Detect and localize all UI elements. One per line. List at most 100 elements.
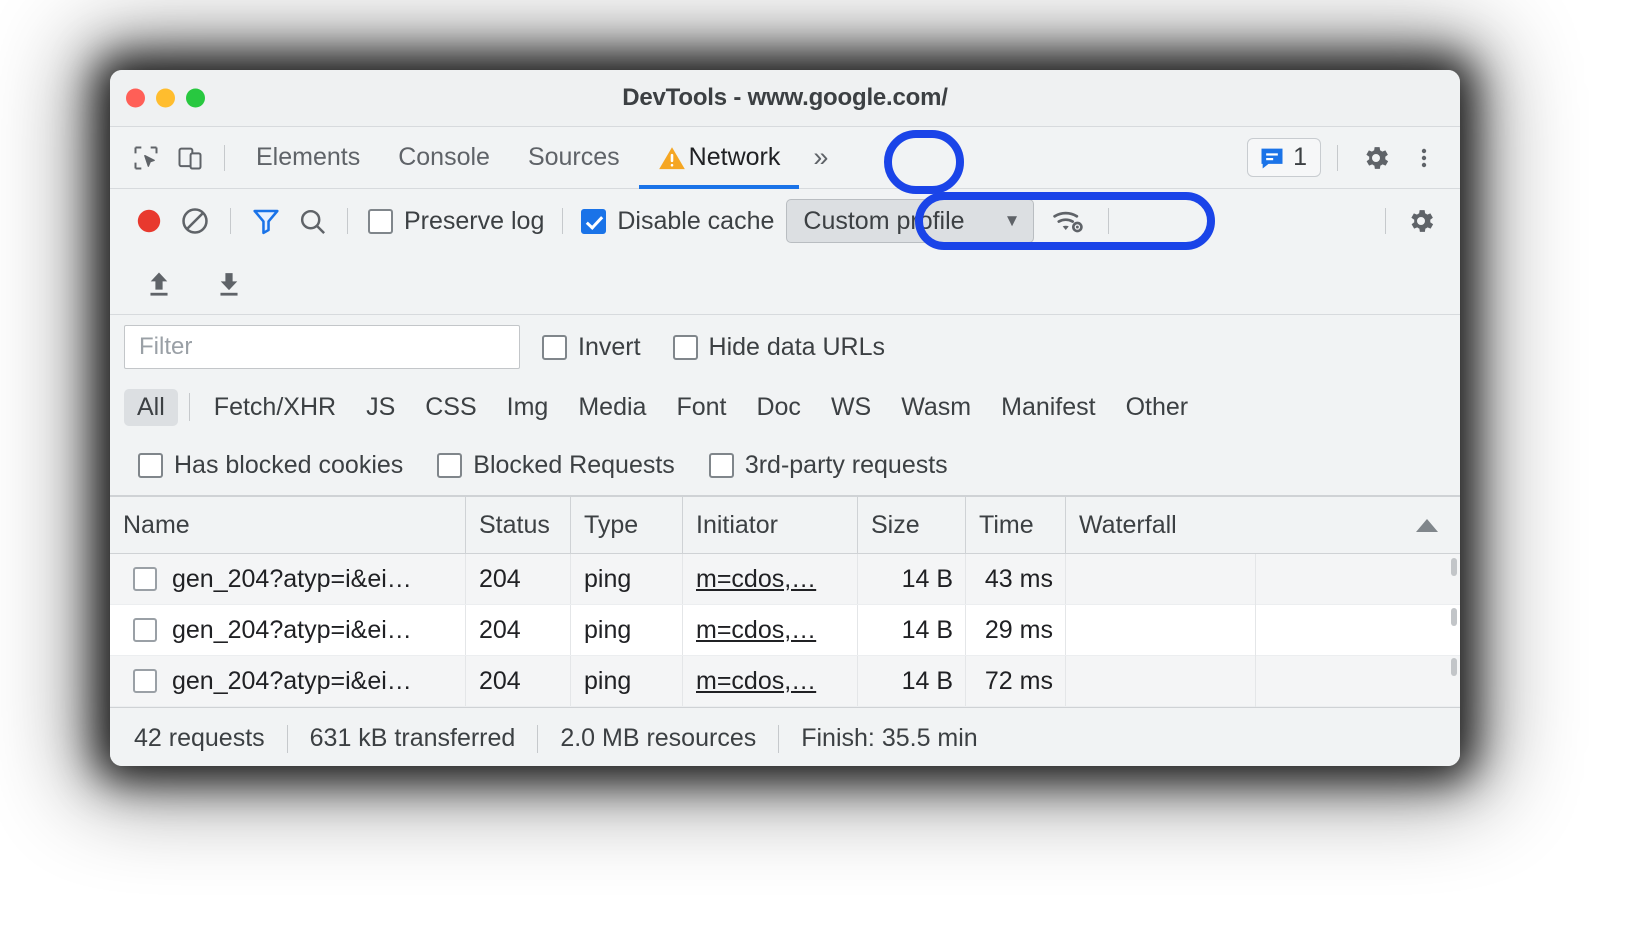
column-header-waterfall-label: Waterfall [1079, 511, 1177, 540]
network-settings-gear-icon[interactable] [1398, 198, 1444, 244]
type-chip-js[interactable]: JS [353, 389, 408, 426]
kebab-dots-glyph [1412, 144, 1436, 172]
table-row[interactable]: gen_204?atyp=i&ei… 204 ping m=cdos,… 14 … [110, 605, 1460, 656]
throttling-select[interactable]: Custom profile ▼ [786, 199, 1034, 243]
invert-checkbox[interactable]: Invert [542, 333, 641, 362]
network-toolbar-right [1373, 198, 1444, 244]
column-header-time[interactable]: Time [965, 497, 1065, 553]
type-chip-media[interactable]: Media [565, 389, 659, 426]
devtools-tab-bar: Elements Console Sources Network » [110, 127, 1460, 189]
row-select-checkbox[interactable] [133, 618, 157, 642]
network-conditions-icon[interactable] [1046, 198, 1092, 244]
tab-console-label: Console [398, 143, 490, 172]
column-header-status[interactable]: Status [465, 497, 570, 553]
table-scrollbar-thumb[interactable] [1451, 658, 1457, 676]
initiator-link[interactable]: m=cdos,… [696, 616, 816, 645]
gear-icon[interactable] [1354, 136, 1398, 180]
funnel-glyph [250, 205, 282, 237]
invert-checkbox-box [542, 335, 567, 360]
cell-name-label: gen_204?atyp=i&ei… [172, 565, 412, 594]
cell-size: 14 B [857, 554, 965, 604]
type-chip-other[interactable]: Other [1113, 389, 1202, 426]
has-blocked-cookies-label: Has blocked cookies [174, 451, 403, 480]
maximize-window-button[interactable] [186, 89, 205, 108]
row-select-checkbox[interactable] [133, 669, 157, 693]
warning-triangle-icon [658, 145, 686, 171]
table-row[interactable]: gen_204?atyp=i&ei… 204 ping m=cdos,… 14 … [110, 554, 1460, 605]
preserve-log-checkbox[interactable]: Preserve log [368, 207, 544, 236]
more-options-kebab-icon[interactable] [1402, 136, 1446, 180]
filter-input[interactable]: Filter [124, 325, 520, 369]
import-har-icon[interactable] [136, 261, 182, 307]
tab-elements[interactable]: Elements [237, 127, 379, 189]
type-chip-ws[interactable]: WS [818, 389, 884, 426]
type-chip-doc[interactable]: Doc [743, 389, 813, 426]
type-chip-font[interactable]: Font [663, 389, 739, 426]
preserve-log-checkbox-box [368, 209, 393, 234]
column-header-name[interactable]: Name [110, 497, 465, 553]
inspect-element-icon[interactable] [124, 136, 168, 180]
blocked-requests-checkbox-box [437, 453, 462, 478]
toolbar-divider-4 [1108, 208, 1109, 234]
status-requests: 42 requests [134, 724, 287, 753]
export-har-icon[interactable] [206, 261, 252, 307]
table-row[interactable]: gen_204?atyp=i&ei… 204 ping m=cdos,… 14 … [110, 656, 1460, 707]
table-scrollbar-thumb[interactable] [1451, 608, 1457, 626]
toolbar-divider-3 [562, 208, 563, 234]
minimize-window-button[interactable] [156, 89, 175, 108]
has-blocked-cookies-checkbox[interactable]: Has blocked cookies [138, 451, 403, 480]
third-party-requests-label: 3rd-party requests [745, 451, 948, 480]
blocked-requests-label: Blocked Requests [473, 451, 675, 480]
column-header-size[interactable]: Size [857, 497, 965, 553]
type-chip-manifest[interactable]: Manifest [988, 389, 1108, 426]
devtools-window: DevTools - www.google.com/ Elements [110, 70, 1460, 766]
type-chip-css[interactable]: CSS [412, 389, 489, 426]
status-transferred: 631 kB transferred [288, 724, 538, 753]
throttling-value: Custom profile [803, 207, 964, 236]
record-button[interactable] [126, 198, 172, 244]
resource-type-filters: All Fetch/XHR JS CSS Img Media Font Doc … [110, 379, 1460, 435]
search-icon[interactable] [289, 198, 335, 244]
hide-data-urls-label: Hide data URLs [709, 333, 885, 362]
type-chip-wasm[interactable]: Wasm [888, 389, 984, 426]
tabbar-actions: 1 [1247, 136, 1446, 180]
disable-cache-checkbox[interactable]: Disable cache [581, 207, 774, 236]
cell-time: 29 ms [965, 605, 1065, 655]
third-party-requests-checkbox[interactable]: 3rd-party requests [709, 451, 948, 480]
tab-network[interactable]: Network [639, 127, 800, 189]
cell-status: 204 [465, 554, 570, 604]
network-status-bar: 42 requests 631 kB transferred 2.0 MB re… [110, 707, 1460, 766]
tab-console[interactable]: Console [379, 127, 509, 189]
cell-waterfall [1065, 656, 1460, 706]
cell-type: ping [570, 605, 682, 655]
type-chip-all[interactable]: All [124, 389, 178, 426]
status-resources: 2.0 MB resources [538, 724, 778, 753]
clear-button[interactable] [172, 198, 218, 244]
table-scrollbar[interactable] [1448, 554, 1460, 707]
column-header-waterfall[interactable]: Waterfall [1065, 497, 1460, 553]
initiator-link[interactable]: m=cdos,… [696, 667, 816, 696]
type-chip-img[interactable]: Img [494, 389, 562, 426]
has-blocked-cookies-checkbox-box [138, 453, 163, 478]
cell-initiator: m=cdos,… [682, 554, 857, 604]
tab-sources[interactable]: Sources [509, 127, 639, 189]
requests-table-header: Name Status Type Initiator Size Time Wat… [110, 497, 1460, 554]
issues-counter-button[interactable]: 1 [1247, 138, 1321, 177]
column-header-initiator[interactable]: Initiator [682, 497, 857, 553]
network-toolbar-row-2 [110, 253, 1460, 315]
blocked-requests-checkbox[interactable]: Blocked Requests [437, 451, 675, 480]
more-tabs-icon[interactable]: » [799, 144, 842, 171]
initiator-link[interactable]: m=cdos,… [696, 565, 816, 594]
device-toolbar-icon[interactable] [168, 136, 212, 180]
hide-data-urls-checkbox[interactable]: Hide data URLs [673, 333, 885, 362]
filter-toggle-icon[interactable] [243, 198, 289, 244]
column-header-type[interactable]: Type [570, 497, 682, 553]
network-toolbar-row-1: Preserve log Disable cache Custom profil… [110, 189, 1460, 253]
cell-size: 14 B [857, 656, 965, 706]
type-chip-fetchxhr[interactable]: Fetch/XHR [201, 389, 349, 426]
close-window-button[interactable] [126, 89, 145, 108]
table-scrollbar-thumb[interactable] [1451, 558, 1457, 576]
tab-elements-label: Elements [256, 143, 360, 172]
download-arrow-glyph [213, 268, 245, 300]
row-select-checkbox[interactable] [133, 567, 157, 591]
